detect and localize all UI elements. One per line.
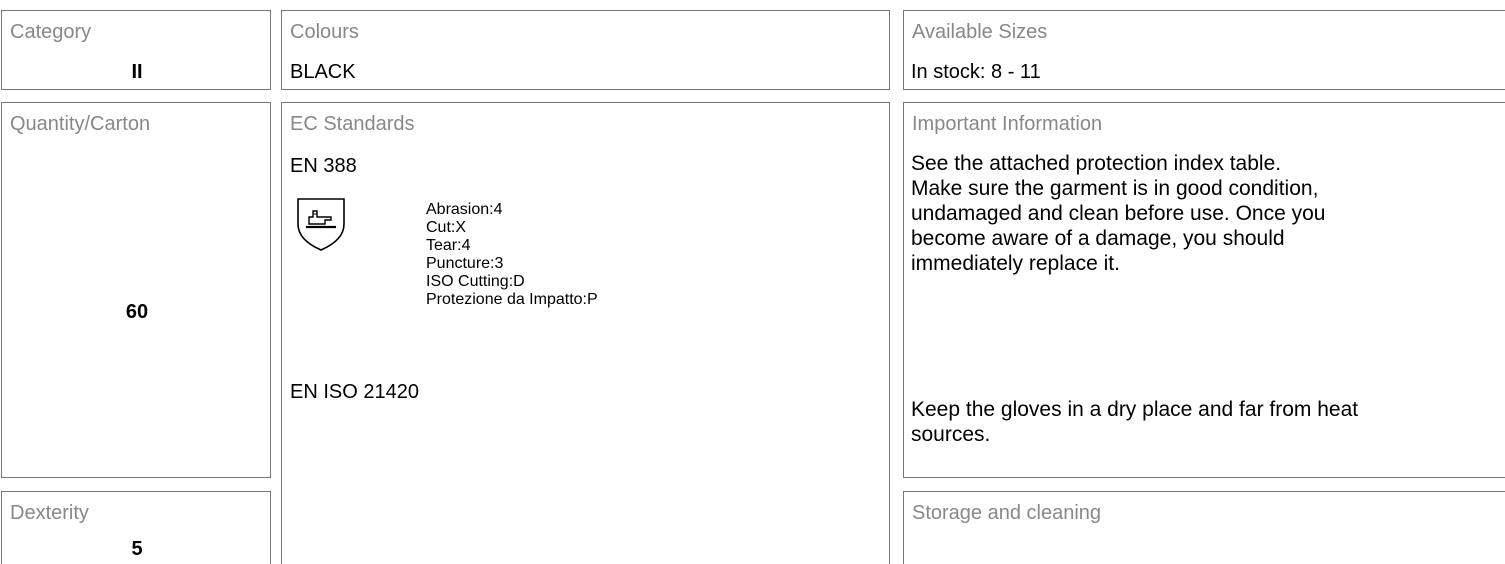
- colours-box: Colours BLACK: [281, 10, 890, 90]
- dexterity-label: Dexterity: [10, 502, 89, 524]
- quantity-label: Quantity/Carton: [10, 113, 151, 135]
- standards-box: EC Standards EN 388 Abrasion:4 Cut:X Tea…: [281, 102, 890, 564]
- glove-shield-icon: [297, 198, 345, 251]
- rating-impact: Protezione da Impatto:P: [426, 291, 598, 308]
- dexterity-value: 5: [131, 538, 143, 560]
- rating-cut: Cut:X: [426, 219, 467, 236]
- important-box: Important Information See the attached p…: [903, 102, 1505, 478]
- rating-abrasion: Abrasion:4: [426, 201, 503, 218]
- quantity-value: 60: [125, 301, 149, 323]
- sizes-label: Available Sizes: [912, 21, 1048, 43]
- rating-puncture: Puncture:3: [426, 255, 504, 272]
- rating-tear: Tear:4: [426, 237, 471, 254]
- sizes-box: Available Sizes In stock: 8 - 11: [903, 10, 1505, 90]
- category-label: Category: [10, 21, 92, 43]
- category-box: Category II: [1, 10, 271, 90]
- storage-label: Storage and cleaning: [912, 502, 1102, 524]
- quantity-box: Quantity/Carton 60: [1, 102, 271, 478]
- colours-label: Colours: [290, 21, 359, 43]
- standards-label: EC Standards: [290, 113, 415, 135]
- important-text: See the attached protection index table.…: [911, 152, 1326, 275]
- colours-value: BLACK: [290, 61, 356, 83]
- storage-box: Storage and cleaning: [903, 491, 1505, 564]
- dexterity-box: Dexterity 5: [1, 491, 271, 564]
- storage-note: Keep the gloves in a dry place and far f…: [911, 398, 1359, 446]
- rating-iso-cutting: ISO Cutting:D: [426, 273, 525, 290]
- en388-ratings: Abrasion:4 Cut:X Tear:4 Puncture:3 ISO C…: [426, 201, 598, 309]
- en388-title: EN 388: [290, 155, 357, 177]
- important-label: Important Information: [912, 113, 1103, 135]
- sizes-value: In stock: 8 - 11: [911, 61, 1041, 83]
- iso21420-title: EN ISO 21420: [290, 381, 419, 403]
- category-value: II: [131, 61, 143, 83]
